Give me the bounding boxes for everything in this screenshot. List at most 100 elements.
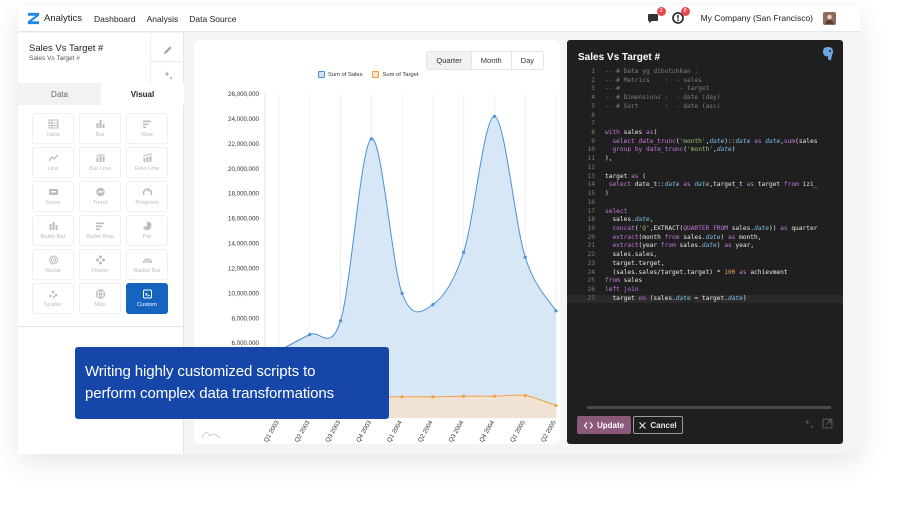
code-line[interactable]: 23 target.target, <box>567 260 843 269</box>
chart-subtitle[interactable]: Sales Vs Target # <box>29 55 80 62</box>
editor-scrollbar[interactable] <box>587 406 831 409</box>
code-line[interactable]: 26 left join <box>567 286 843 295</box>
line-number: 11 <box>587 155 595 163</box>
code-line[interactable]: 20 extract(month from sales.date) as mon… <box>567 234 843 243</box>
viz-option-line[interactable]: Line <box>32 147 74 178</box>
viz-option-bar-line[interactable]: Bar Line <box>79 147 121 178</box>
code-line[interactable]: 14 select date_t::date as date,target_t … <box>567 181 843 190</box>
notification-button[interactable]: 8 <box>671 7 690 25</box>
sql-editor[interactable]: 1 -- # Data yg dibutuhkan : 2 -- # Metrics … <box>567 68 843 304</box>
code-text: select <box>605 207 628 215</box>
code-line[interactable]: 4 -- # Dimensions : - date (day) <box>567 94 843 103</box>
viz-option-label: Map <box>94 302 106 308</box>
period-month[interactable]: Month <box>470 52 511 69</box>
line-number: 5 <box>591 102 595 110</box>
code-line[interactable]: 24 (sales.sales/target.target) * 100 as … <box>567 269 843 278</box>
chart-title[interactable]: Sales Vs Target # <box>29 43 103 54</box>
code-line[interactable]: 7 <box>567 120 843 129</box>
viz-option-flower[interactable]: Flower <box>79 249 121 280</box>
data-point <box>462 394 466 398</box>
nav-dashboard[interactable]: Dashboard <box>94 14 136 24</box>
line-number: 8 <box>591 129 595 137</box>
edit-icon[interactable] <box>163 45 173 55</box>
map-icon <box>95 289 105 299</box>
code-line[interactable]: 1 -- # Data yg dibutuhkan : <box>567 68 843 77</box>
row-line-icon <box>142 153 152 162</box>
nav-analysis[interactable]: Analysis <box>147 14 179 24</box>
top-bar: Analytics Dashboard Analysis Data Source… <box>18 6 860 32</box>
code-line[interactable]: 11), <box>567 155 843 164</box>
code-line[interactable]: 5 -- # Sort : - date (asc) <box>567 103 843 112</box>
viz-option-trend[interactable]: Trend <box>79 181 121 212</box>
code-line[interactable]: 19 concat('Q',EXTRACT(QUARTER FROM sales… <box>567 225 843 234</box>
viz-option-bar[interactable]: Bar <box>79 113 121 144</box>
viz-option-progress[interactable]: Progress <box>126 181 168 212</box>
code-text: sales.date, <box>605 216 654 224</box>
viz-option-scatter[interactable]: Scatter <box>32 283 74 314</box>
expand-icon[interactable] <box>822 418 833 429</box>
code-line[interactable]: 15) <box>567 190 843 199</box>
code-line[interactable]: 13 target as ( <box>567 173 843 182</box>
viz-option-label: Progress <box>135 200 159 206</box>
viz-option-map[interactable]: Map <box>79 283 121 314</box>
tab-data[interactable]: Data <box>18 83 101 105</box>
code-text: -- # Metrics : - sales <box>605 76 702 84</box>
code-line[interactable]: 8 with sales as( <box>567 129 843 138</box>
code-line[interactable]: 10 group by date_trunc('month',date) <box>567 146 843 155</box>
avatar[interactable] <box>823 11 836 25</box>
update-button[interactable]: Update <box>577 416 631 434</box>
viz-option-bullet-bar[interactable]: Bullet Bar <box>32 215 74 246</box>
data-point <box>400 395 404 399</box>
data-point <box>523 255 527 259</box>
y-tick-label: 24,000,000 <box>228 116 260 123</box>
code-line[interactable]: 3 -- # - target <box>567 85 843 94</box>
y-tick-label: 14,000,000 <box>228 241 260 248</box>
viz-option-table[interactable]: Table <box>32 113 74 144</box>
code-line[interactable]: 17 select <box>567 208 843 217</box>
viz-option-radial-bar[interactable]: Radial Bar <box>126 249 168 280</box>
code-line[interactable]: 9 select date_trunc('month',date)::date … <box>567 138 843 147</box>
period-quarter[interactable]: Quarter <box>427 52 471 69</box>
code-line[interactable]: 21 extract(year from sales.date) as year… <box>567 242 843 251</box>
code-line[interactable]: 12 <box>567 164 843 173</box>
legend-item-sales[interactable]: Sum of Sales <box>318 71 362 78</box>
nav-data-source[interactable]: Data Source <box>189 14 236 24</box>
code-line[interactable]: 16 <box>567 199 843 208</box>
code-text: concat('Q',EXTRACT(QUARTER FROM sales.da… <box>612 224 818 232</box>
radial-bar-icon <box>142 258 152 264</box>
x-tick-label: Q2 2003 <box>294 419 312 444</box>
magic-icon[interactable] <box>163 70 173 80</box>
brand-name[interactable]: Analytics <box>44 13 82 24</box>
viz-option-label: Flower <box>91 268 109 274</box>
line-number: 23 <box>587 259 595 267</box>
viz-option-radar[interactable]: Radar <box>32 249 74 280</box>
company-selector[interactable]: My Company (San Francisco) <box>701 13 813 23</box>
code-line[interactable]: 25 from sales <box>567 277 843 286</box>
code-text: extract(year from sales.date) as year, <box>612 242 755 250</box>
chat-button[interactable]: 3 <box>647 7 666 25</box>
tab-visual[interactable]: Visual <box>101 83 184 105</box>
divider <box>18 326 184 327</box>
viz-option-pie[interactable]: Pie <box>126 215 168 246</box>
viz-option-score[interactable]: Score <box>32 181 74 212</box>
feature-callout: Writing highly customized scripts to per… <box>75 347 389 419</box>
legend-item-target[interactable]: Sum of Target <box>372 71 418 78</box>
line-number: 17 <box>587 207 595 215</box>
code-line[interactable]: 18 sales.date, <box>567 216 843 225</box>
viz-option-label: Scatter <box>43 302 63 308</box>
scroll-thumb[interactable] <box>587 406 831 409</box>
viz-option-label: Custom <box>137 302 157 308</box>
viz-option-bullet-row[interactable]: Bullet Row <box>79 215 121 246</box>
viz-option-row-line[interactable]: Row Line <box>126 147 168 178</box>
code-line[interactable]: 2 -- # Metrics : - sales <box>567 77 843 86</box>
code-line[interactable]: 6 <box>567 112 843 121</box>
viz-option-row[interactable]: Row <box>126 113 168 144</box>
period-day[interactable]: Day <box>510 52 543 69</box>
cancel-label: Cancel <box>650 420 677 430</box>
magic-icon[interactable] <box>803 418 814 429</box>
code-line[interactable]: 27 target on (sales.date = target.date) <box>567 294 843 304</box>
cancel-button[interactable]: Cancel <box>633 416 683 434</box>
viz-option-custom[interactable]: Custom <box>126 283 168 314</box>
code-line[interactable]: 22 sales.sales, <box>567 251 843 260</box>
